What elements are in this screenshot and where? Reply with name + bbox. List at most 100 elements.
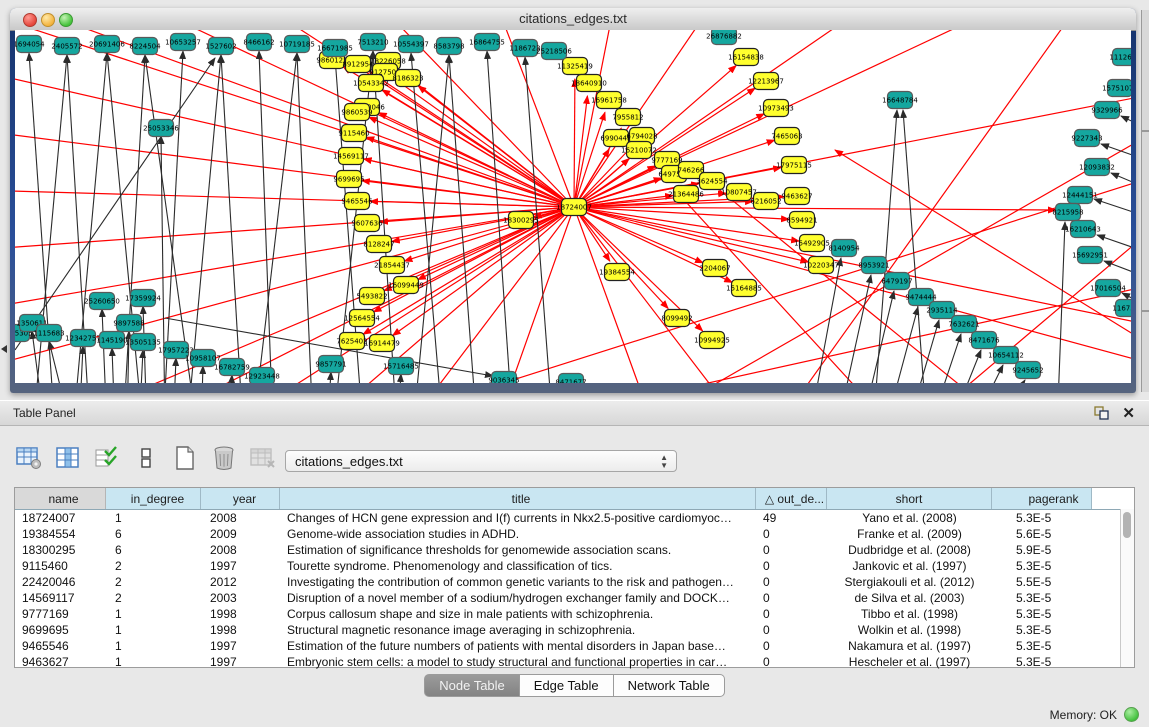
table-row[interactable]: 1872400712008Changes of HCN gene express… [15,510,1134,526]
graph-node[interactable]: 9897588 [113,315,144,332]
table-row[interactable]: 1830029562008Estimation of significance … [15,542,1134,558]
graph-node[interactable]: 1112635 [1109,49,1131,66]
table-row[interactable]: 1938455462009Genome-wide association stu… [15,526,1134,542]
table-row[interactable]: 2242004622012Investigating the contribut… [15,574,1134,590]
graph-node[interactable]: 12444151 [1062,187,1098,204]
table-row[interactable]: 969969511998Structural magnetic resonanc… [15,622,1134,638]
graph-node[interactable]: 9860539 [341,104,372,121]
tab-edge-table[interactable]: Edge Table [520,674,614,697]
graph-node[interactable]: 14569117 [333,148,369,165]
column-header-in_degree[interactable]: in_degree [106,488,201,509]
graph-node[interactable]: 12564554 [344,310,380,327]
graph-node[interactable]: 18724007 [556,199,592,216]
graph-node[interactable]: 21854437 [374,257,410,274]
close-panel-icon[interactable]: ✕ [1122,404,1135,422]
graph-node[interactable]: 8594921 [786,212,817,229]
table-row[interactable]: 1456911722003Disruption of a novel membe… [15,590,1134,606]
graph-node[interactable]: 9699695 [333,171,364,188]
graph-node[interactable]: 10973493 [758,100,794,117]
table-row[interactable]: 977716911998Corpus callosum shape and si… [15,606,1134,622]
graph-node[interactable]: 16154838 [728,49,764,66]
graph-node[interactable]: 16914479 [364,335,400,352]
graph-node[interactable]: 8224504 [129,38,161,55]
graph-node[interactable]: 9857791 [315,356,346,373]
network-window-titlebar[interactable]: citations_edges.txt [10,8,1136,31]
graph-node[interactable]: 1115683 [33,325,64,342]
tab-node-table[interactable]: Node Table [424,674,520,697]
graph-node[interactable]: 12213967 [748,73,784,90]
graph-node[interactable]: 17975115 [776,157,812,174]
graph-node[interactable]: 1527602 [205,38,236,55]
graph-node[interactable]: 8471677 [555,374,586,384]
table-row[interactable]: 946362711997Embryonic stem cells: a mode… [15,654,1134,670]
graph-node[interactable]: 8471676 [968,332,1000,349]
graph-node[interactable]: 8140954 [828,240,860,257]
graph-node[interactable]: 1167531 [1112,300,1131,317]
graph-node[interactable]: 8186323 [392,70,423,87]
tab-network-table[interactable]: Network Table [614,674,725,697]
graph-node[interactable]: 8099492 [661,310,692,327]
network-canvas[interactable]: 1872400718300295193845541132541918640910… [15,30,1131,383]
graph-node[interactable]: 7465063 [771,128,802,145]
graph-node[interactable]: 15692951 [1072,247,1108,264]
column-header-short[interactable]: short [827,488,992,509]
graph-node[interactable]: 5493822 [356,288,387,305]
table-scrollbar[interactable] [1120,509,1134,667]
graph-node[interactable]: 8215958 [1052,204,1083,221]
graph-node[interactable]: 10994925 [694,332,730,349]
graph-node[interactable]: 15164885 [726,280,762,297]
graph-node[interactable]: 9115460 [338,125,369,142]
graph-node[interactable]: 9245652 [1012,362,1043,379]
graph-node[interactable]: 8583798 [433,38,464,55]
graph-node[interactable]: 10554397 [393,36,429,53]
graph-node[interactable]: 1145190 [96,332,127,349]
show-column-icon[interactable] [53,443,83,473]
graph-node[interactable]: 19384554 [599,264,635,281]
column-header-name[interactable]: name [15,488,106,509]
graph-node[interactable]: 13505135 [125,334,161,351]
column-header-year[interactable]: year [201,488,280,509]
graph-node[interactable]: 10543342 [353,75,389,92]
graph-node[interactable]: 15716485 [383,358,419,375]
graph-node[interactable]: 16648784 [882,92,918,109]
panel-collapse-arrow-icon[interactable] [1,345,7,353]
graph-node[interactable]: 9465546 [341,193,373,210]
graph-node[interactable]: 7632621 [948,316,979,333]
graph-node[interactable]: 6479197 [881,273,912,290]
new-table-icon[interactable] [170,443,200,473]
graph-node[interactable]: 9607636 [351,215,383,232]
graph-node[interactable]: 8466162 [243,34,274,51]
graph-node[interactable]: 3624554 [696,173,728,190]
graph-node[interactable]: 9329966 [1091,102,1123,119]
graph-node[interactable]: 9463627 [781,188,812,205]
table-settings-icon[interactable] [14,443,44,473]
table-scrollbar-thumb[interactable] [1123,512,1131,538]
graph-node[interactable]: 18300295 [503,212,539,229]
graph-node[interactable]: 10654112 [988,347,1024,364]
graph-node[interactable]: 25260650 [84,293,120,310]
graph-node[interactable]: 20691406 [89,36,125,53]
graph-node[interactable]: 15492905 [794,235,830,252]
graph-node[interactable]: 12093832 [1079,159,1115,176]
graph-node[interactable]: 10220347 [803,257,839,274]
delete-table-icon[interactable] [248,443,278,473]
graph-node[interactable]: 16961758 [591,92,627,109]
column-header-pagerank[interactable]: pagerank [992,488,1092,509]
table-row[interactable]: 911546021997Tourette syndrome. Phenomeno… [15,558,1134,574]
table-row[interactable]: 946554611997Estimation of the future num… [15,638,1134,654]
graph-node[interactable]: 17359924 [125,290,161,307]
graph-node[interactable]: 16210643 [1065,221,1101,238]
graph-node[interactable]: 9036345 [488,372,519,384]
graph-node[interactable]: 10719185 [279,36,315,53]
graph-node[interactable]: 7955812 [612,109,643,126]
graph-node[interactable]: 8953921 [858,257,889,274]
graph-node[interactable]: 7513210 [357,34,388,51]
graph-node[interactable]: 2204067 [699,260,730,277]
column-header-title[interactable]: title [280,488,756,509]
graph-node[interactable]: 25053346 [143,120,179,137]
graph-node[interactable]: 2405572 [51,38,82,55]
select-rows-icon[interactable] [92,443,122,473]
graph-node[interactable]: 6216052 [750,193,781,210]
graph-node[interactable]: 10653257 [165,34,201,51]
graph-node[interactable]: 21364486 [668,186,704,203]
